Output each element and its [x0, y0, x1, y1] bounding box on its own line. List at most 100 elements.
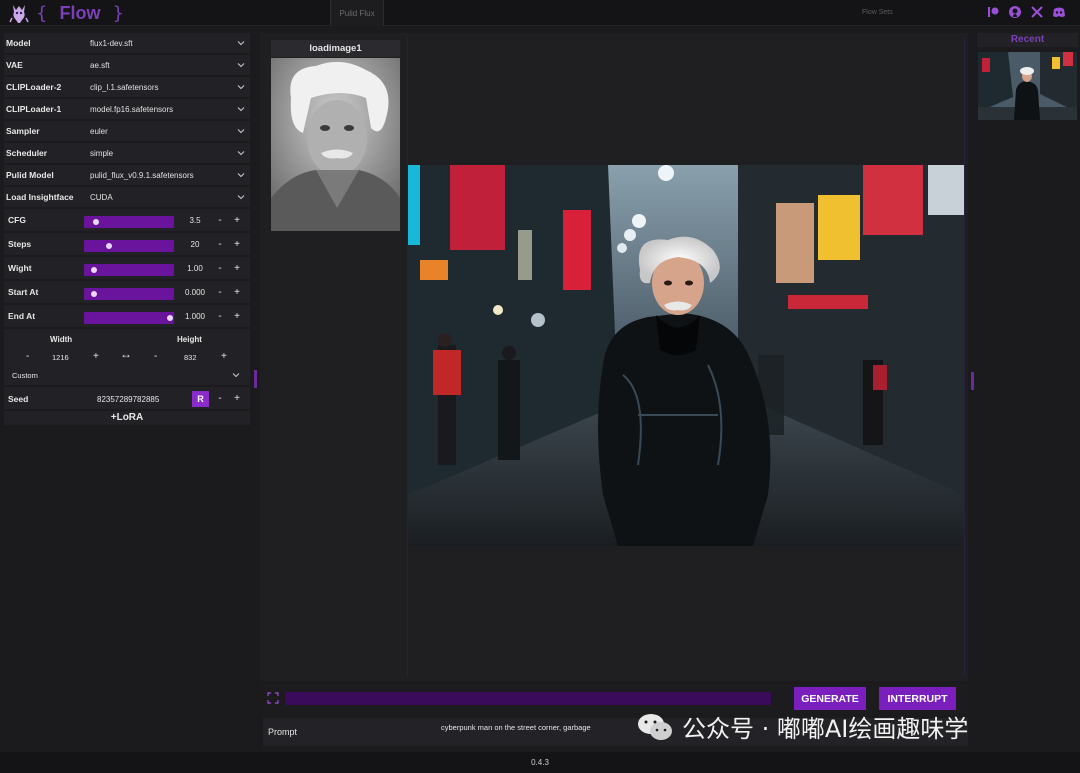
- select-value[interactable]: simple: [90, 149, 113, 158]
- slider-track[interactable]: [84, 216, 174, 228]
- height-decrement-button[interactable]: -: [154, 351, 157, 362]
- brace-open: {: [36, 2, 48, 24]
- width-decrement-button[interactable]: -: [26, 351, 29, 362]
- slider-value[interactable]: 1.000: [182, 312, 208, 321]
- swap-dimensions-icon[interactable]: ↔: [120, 347, 132, 361]
- github-icon[interactable]: [1008, 5, 1022, 19]
- select-row-cliploader-2[interactable]: CLIPLoader-2 clip_l.1.safetensors: [4, 77, 250, 99]
- increment-button[interactable]: +: [233, 287, 241, 298]
- select-row-cliploader-1[interactable]: CLIPLoader-1 model.fp16.safetensors: [4, 99, 250, 121]
- seed-input[interactable]: 82357289782885: [97, 395, 159, 404]
- slider-label: CFG: [8, 215, 26, 225]
- increment-button[interactable]: +: [233, 263, 241, 274]
- reference-portrait-image[interactable]: [271, 58, 400, 231]
- tab-pulid-flux[interactable]: Pulid Flux: [330, 0, 384, 26]
- randomize-seed-button[interactable]: R: [192, 391, 209, 407]
- chevron-down-icon[interactable]: [232, 371, 240, 379]
- chevron-down-icon[interactable]: [236, 192, 246, 202]
- slider-handle[interactable]: [91, 291, 97, 297]
- select-value[interactable]: flux1-dev.sft: [90, 39, 133, 48]
- flow-sets-link[interactable]: Flow Sets: [862, 9, 893, 16]
- seed-increment-button[interactable]: +: [233, 393, 241, 404]
- slider-track[interactable]: [84, 312, 174, 324]
- interrupt-button[interactable]: INTERRUPT: [879, 687, 956, 710]
- load-image-title: loadimage1: [271, 40, 400, 57]
- increment-button[interactable]: +: [233, 239, 241, 250]
- chevron-down-icon[interactable]: [236, 38, 246, 48]
- dimensions-panel: Width Height - 1216 + ↔ - 832 + Custom: [4, 329, 250, 387]
- chevron-down-icon[interactable]: [236, 60, 246, 70]
- select-row-model[interactable]: Model flux1-dev.sft: [4, 33, 250, 55]
- slider-track[interactable]: [84, 264, 174, 276]
- chevron-down-icon[interactable]: [236, 104, 246, 114]
- select-value[interactable]: clip_l.1.safetensors: [90, 83, 158, 92]
- generated-output-image[interactable]: [408, 165, 964, 546]
- select-value[interactable]: pulid_flux_v0.9.1.safetensors: [90, 171, 194, 180]
- select-value[interactable]: CUDA: [90, 193, 113, 202]
- increment-button[interactable]: +: [233, 215, 241, 226]
- increment-button[interactable]: +: [233, 311, 241, 322]
- slider-value[interactable]: 1.00: [182, 264, 208, 273]
- height-increment-button[interactable]: +: [221, 351, 227, 362]
- expand-icon[interactable]: [267, 692, 279, 704]
- slider-handle[interactable]: [106, 243, 112, 249]
- footer: 0.4.3: [0, 752, 1080, 773]
- discord-icon[interactable]: [1052, 5, 1066, 19]
- slider-value[interactable]: 3.5: [182, 216, 208, 225]
- select-row-pulid-model[interactable]: Pulid Model pulid_flux_v0.9.1.safetensors: [4, 165, 250, 187]
- slider-handle[interactable]: [167, 315, 173, 321]
- seed-decrement-button[interactable]: -: [216, 393, 224, 404]
- slider-track[interactable]: [84, 288, 174, 300]
- select-label: Load Insightface: [6, 192, 74, 202]
- mascot-icon: [9, 5, 29, 23]
- slider-label: Steps: [8, 239, 32, 249]
- watermark: 公众号 · 嘟嘟AI绘画趣味学: [636, 709, 968, 744]
- patreon-icon[interactable]: [986, 5, 1000, 19]
- slider-value[interactable]: 0.000: [182, 288, 208, 297]
- version-label: 0.4.3: [531, 758, 549, 767]
- app-logo[interactable]: { Flow }: [8, 2, 124, 24]
- add-lora-button[interactable]: +LoRA: [4, 411, 250, 425]
- width-label: Width: [50, 335, 73, 344]
- slider-row-steps: Steps 20- +: [4, 233, 250, 257]
- recent-title: Recent: [977, 33, 1078, 47]
- width-increment-button[interactable]: +: [93, 351, 99, 362]
- slider-label: Wight: [8, 263, 32, 273]
- x-icon[interactable]: [1030, 5, 1044, 19]
- select-value[interactable]: model.fp16.safetensors: [90, 105, 173, 114]
- right-panel-resize-handle[interactable]: [971, 372, 974, 390]
- height-label: Height: [177, 335, 202, 344]
- chevron-down-icon[interactable]: [236, 148, 246, 158]
- select-label: VAE: [6, 60, 23, 70]
- slider-handle[interactable]: [91, 267, 97, 273]
- select-value[interactable]: ae.sft: [90, 61, 110, 70]
- social-links: [986, 5, 1066, 19]
- select-label: Pulid Model: [6, 170, 54, 180]
- slider-row-wight: Wight 1.00- +: [4, 257, 250, 281]
- decrement-button[interactable]: -: [216, 263, 224, 274]
- generate-button[interactable]: GENERATE: [794, 687, 866, 710]
- width-value[interactable]: 1216: [52, 353, 69, 362]
- select-row-vae[interactable]: VAE ae.sft: [4, 55, 250, 77]
- decrement-button[interactable]: -: [216, 287, 224, 298]
- decrement-button[interactable]: -: [216, 215, 224, 226]
- decrement-button[interactable]: -: [216, 311, 224, 322]
- slider-handle[interactable]: [93, 219, 99, 225]
- decrement-button[interactable]: -: [216, 239, 224, 250]
- seed-label: Seed: [8, 394, 29, 404]
- select-label: Scheduler: [6, 148, 48, 158]
- slider-value[interactable]: 20: [182, 240, 208, 249]
- select-row-sampler[interactable]: Sampler euler: [4, 121, 250, 143]
- slider-track[interactable]: [84, 240, 174, 252]
- height-value[interactable]: 832: [184, 353, 197, 362]
- chevron-down-icon[interactable]: [236, 170, 246, 180]
- chevron-down-icon[interactable]: [236, 82, 246, 92]
- left-panel-resize-handle[interactable]: [254, 370, 257, 388]
- chevron-down-icon[interactable]: [236, 126, 246, 136]
- recent-thumbnail[interactable]: [978, 52, 1077, 120]
- select-value[interactable]: euler: [90, 127, 108, 136]
- select-row-load-insightface[interactable]: Load Insightface CUDA: [4, 187, 250, 209]
- size-preset-select[interactable]: Custom: [12, 371, 38, 380]
- select-row-scheduler[interactable]: Scheduler simple: [4, 143, 250, 165]
- slider-row-end-at: End At 1.000- +: [4, 305, 250, 329]
